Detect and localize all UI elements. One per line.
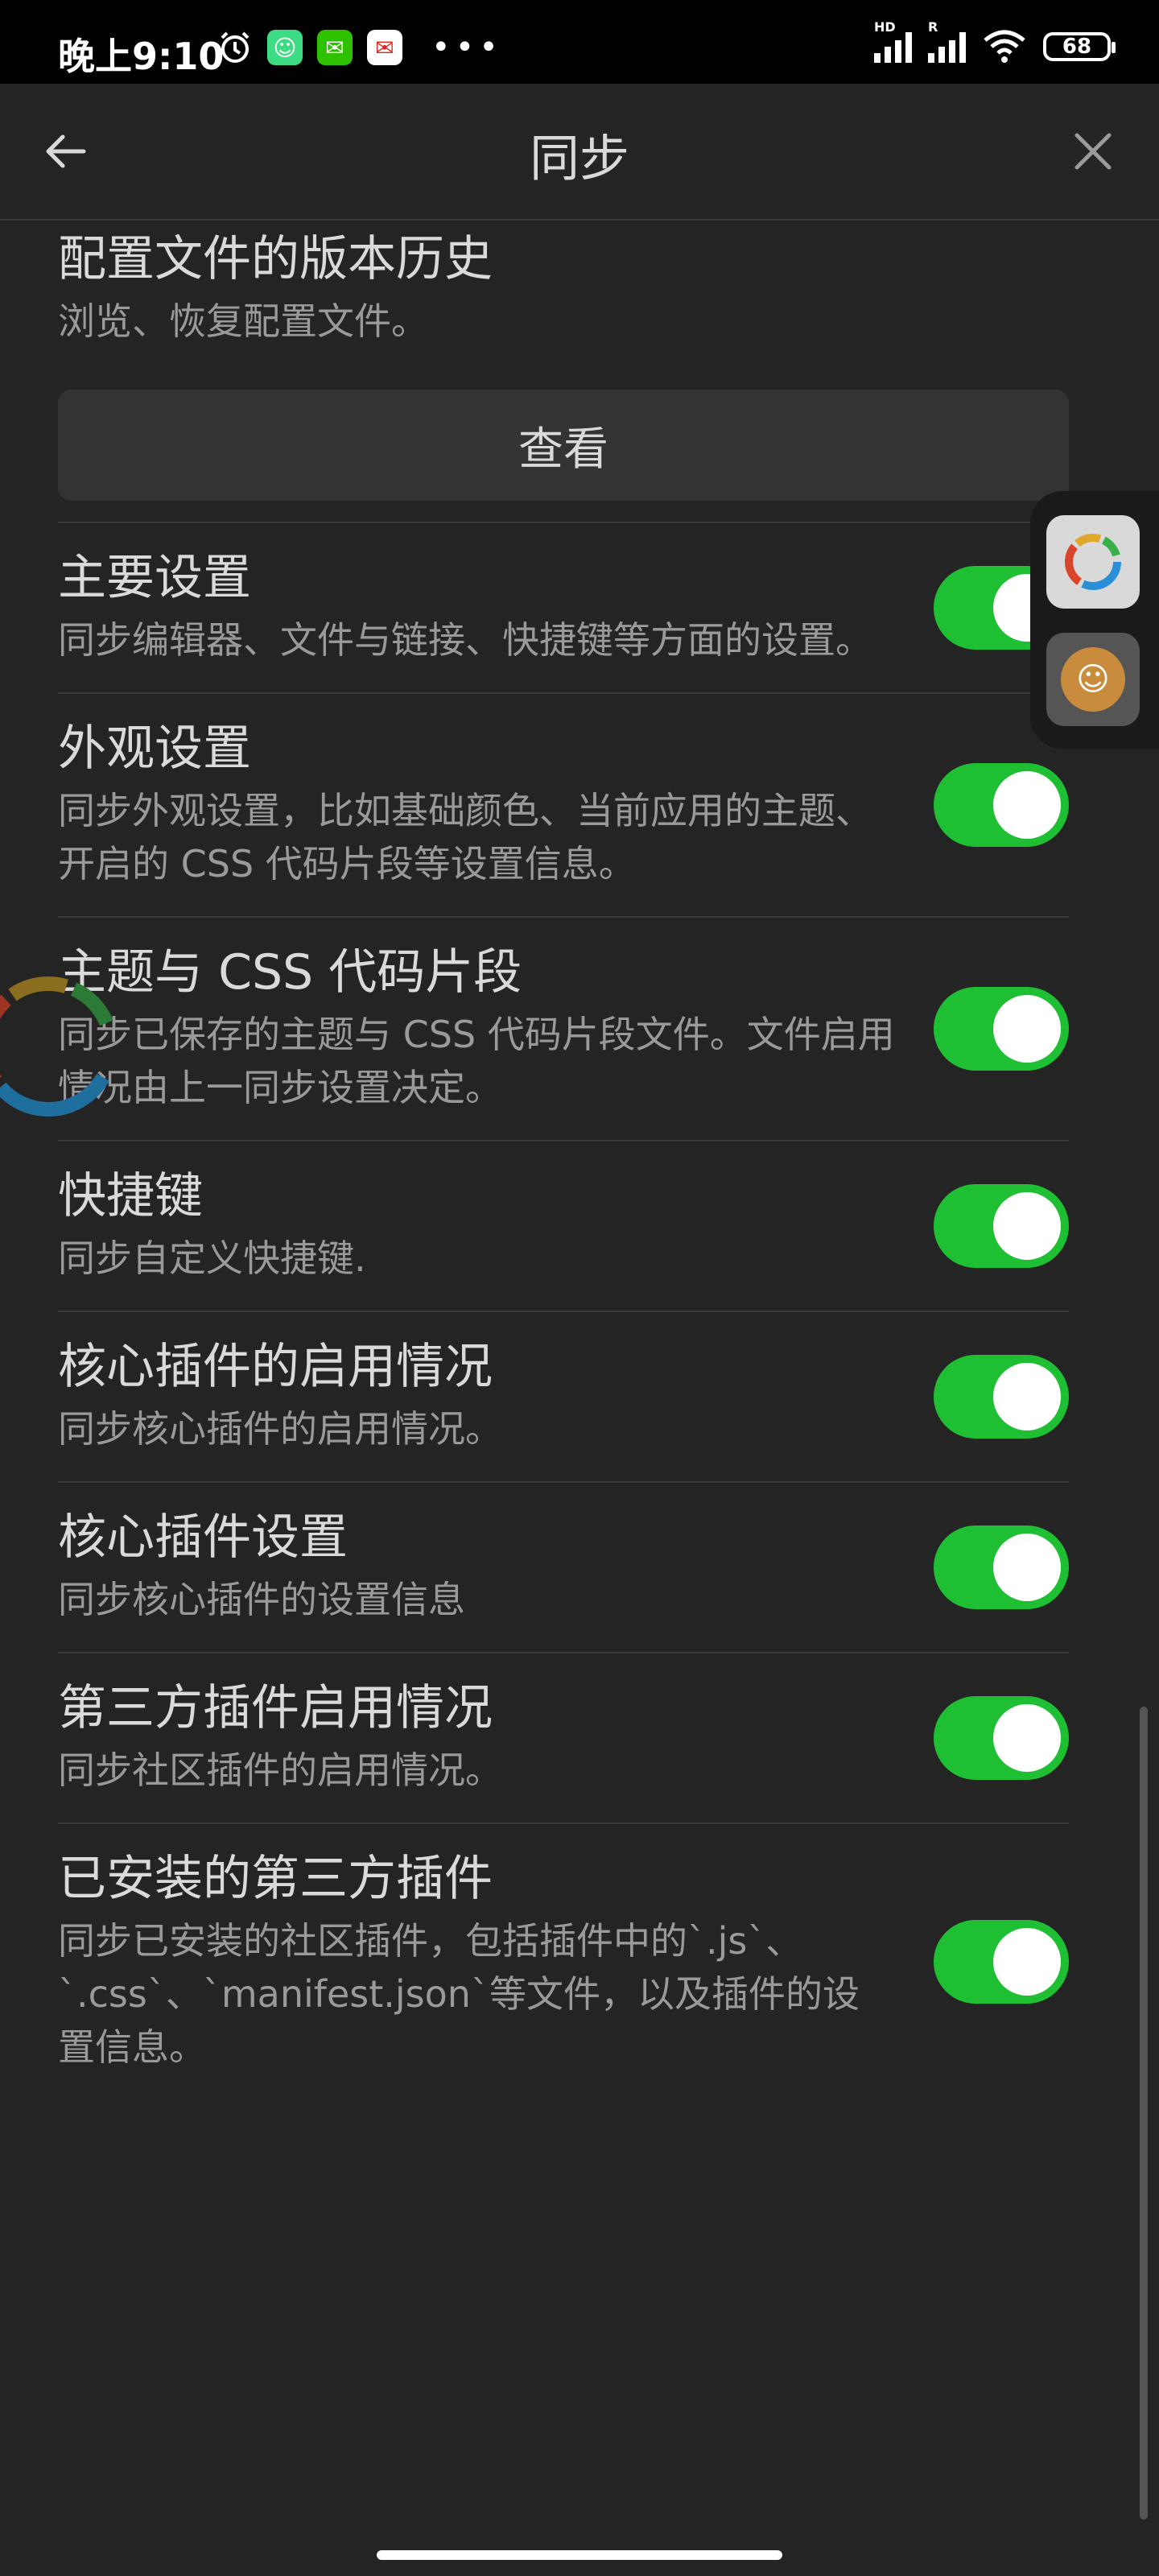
setting-description: 浏览、恢复配置文件。 [58,299,428,343]
setting-row-community-plugins: 第三方插件启用情况 同步社区插件的启用情况。 [58,1652,1069,1823]
profile-history-section: 配置文件的版本历史 浏览、恢复配置文件。 查看 [58,219,1069,522]
setting-description: 同步编辑器、文件与链接、快捷键等方面的设置。 [58,618,872,662]
setting-description: 同步已安装的社区插件，包括插件中的`.js`、`.css`、`manifest.… [58,1919,860,2069]
core-plugins-toggle[interactable] [934,1355,1069,1439]
android-app-icon: ☺ [267,30,303,65]
close-icon[interactable] [1064,122,1122,180]
setting-name: 第三方插件启用情况 [58,1680,493,1736]
header-bar: 同步 [0,84,1159,221]
setting-description: 同步核心插件的启用情况。 [58,1407,502,1451]
settings-list: 配置文件的版本历史 浏览、恢复配置文件。 查看 主要设置 同步编辑器、文件与链接… [58,219,1069,2099]
themes-snippets-toggle[interactable] [934,987,1069,1071]
setting-name: 快捷键 [58,1168,203,1224]
status-app-icons: ☺ ✉ ✉ ••• [217,29,503,66]
view-button[interactable]: 查看 [58,390,1069,501]
status-time: 晚上9:10 [58,35,225,78]
home-indicator[interactable] [377,2550,782,2560]
setting-name: 外观设置 [58,720,251,777]
setting-name: 配置文件的版本历史 [58,231,493,287]
setting-row-themes: 主题与 CSS 代码片段 同步已保存的主题与 CSS 代码片段文件。文件启用情况… [58,916,1069,1140]
wechat-icon: ✉ [317,30,353,65]
more-notifications-icon: ••• [431,29,503,66]
setting-name: 主要设置 [58,550,251,606]
appearance-toggle[interactable] [934,763,1069,847]
setting-row-installed-plugins: 已安装的第三方插件 同步已安装的社区插件，包括插件中的`.js`、`.css`、… [58,1823,1069,2099]
setting-description: 同步已保存的主题与 CSS 代码片段文件。文件启用情况由上一同步设置决定。 [58,1013,895,1109]
setting-description: 同步社区插件的启用情况。 [58,1748,502,1792]
accessibility-icon: ☺ [1061,647,1125,712]
setting-row-core-plugins: 核心插件的启用情况 同步核心插件的启用情况。 [58,1311,1069,1481]
status-bar: 晚上9:10 ☺ ✉ ✉ ••• HD R 68 [0,0,1159,84]
setting-description: 同步自定义快捷键. [58,1236,366,1280]
mail-app-icon: ✉ [367,30,402,65]
signal-icon-2: R [928,19,966,63]
setting-name: 核心插件设置 [58,1509,348,1566]
core-plugin-settings-toggle[interactable] [934,1525,1069,1609]
hotkeys-toggle[interactable] [934,1184,1069,1268]
battery-indicator: 68 [1043,32,1116,61]
status-right-icons: HD R 68 [874,19,1116,64]
alarm-icon [221,31,250,63]
setting-description: 同步外观设置，比如基础颜色、当前应用的主题、开启的 CSS 代码片段等设置信息。 [58,789,872,886]
scrollbar[interactable] [1140,1707,1148,2520]
page-title: 同步 [529,129,629,188]
setting-row-hotkeys: 快捷键 同步自定义快捷键. [58,1140,1069,1311]
accessibility-button[interactable]: ☺ [1046,633,1140,726]
setting-row-core-plugin-settings: 核心插件设置 同步核心插件的设置信息 [58,1481,1069,1652]
setting-name: 核心插件的启用情况 [58,1339,493,1395]
setting-description: 同步核心插件的设置信息 [58,1578,465,1621]
installed-plugins-toggle[interactable] [934,1920,1069,2004]
wifi-icon [984,30,1025,63]
ring-app-icon[interactable] [1046,515,1140,609]
floating-widget-panel: ☺ [1030,491,1159,749]
setting-name: 主题与 CSS 代码片段 [58,944,522,1001]
floating-ring-icon[interactable] [0,966,129,1127]
community-plugins-toggle[interactable] [934,1696,1069,1780]
setting-name: 已安装的第三方插件 [58,1851,493,1907]
setting-row-appearance: 外观设置 同步外观设置，比如基础颜色、当前应用的主题、开启的 CSS 代码片段等… [58,692,1069,916]
setting-row-main: 主要设置 同步编辑器、文件与链接、快捷键等方面的设置。 [58,522,1069,692]
signal-icon-1: HD [874,19,912,63]
